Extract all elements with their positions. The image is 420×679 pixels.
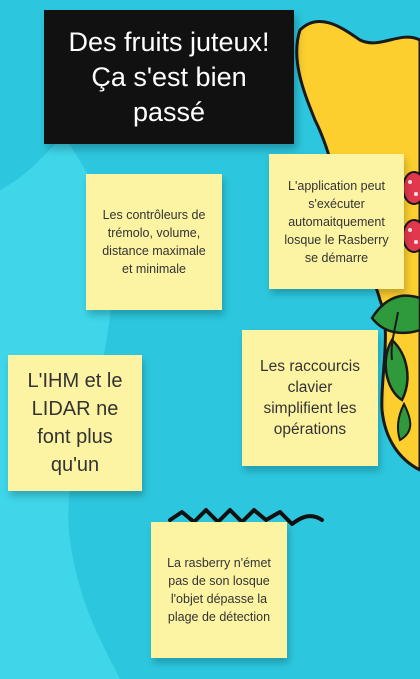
sticky-note[interactable]: Les contrôleurs de trémolo, volume, dist…: [86, 174, 222, 310]
sticky-note-text: L'IHM et le LIDAR ne font plus qu'un: [27, 370, 123, 476]
sticky-note[interactable]: Les raccourcis clavier simplifient les o…: [242, 330, 378, 466]
sticky-note-text: La rasberry n'émet pas de son losque l'o…: [167, 556, 271, 624]
sticky-note-text: L'application peut s'exécuter automaitqu…: [284, 178, 389, 265]
sticky-note-text: Les contrôleurs de trémolo, volume, dist…: [102, 208, 206, 276]
sticky-note[interactable]: La rasberry n'émet pas de son losque l'o…: [151, 522, 287, 658]
title-card[interactable]: Des fruits juteux! Ça s'est bien passé: [44, 10, 294, 144]
title-card-text: Des fruits juteux! Ça s'est bien passé: [68, 26, 270, 127]
sticky-note[interactable]: L'application peut s'exécuter automaitqu…: [269, 154, 404, 289]
sticky-note-text: Les raccourcis clavier simplifient les o…: [260, 358, 360, 438]
sticky-note[interactable]: L'IHM et le LIDAR ne font plus qu'un: [8, 355, 142, 491]
